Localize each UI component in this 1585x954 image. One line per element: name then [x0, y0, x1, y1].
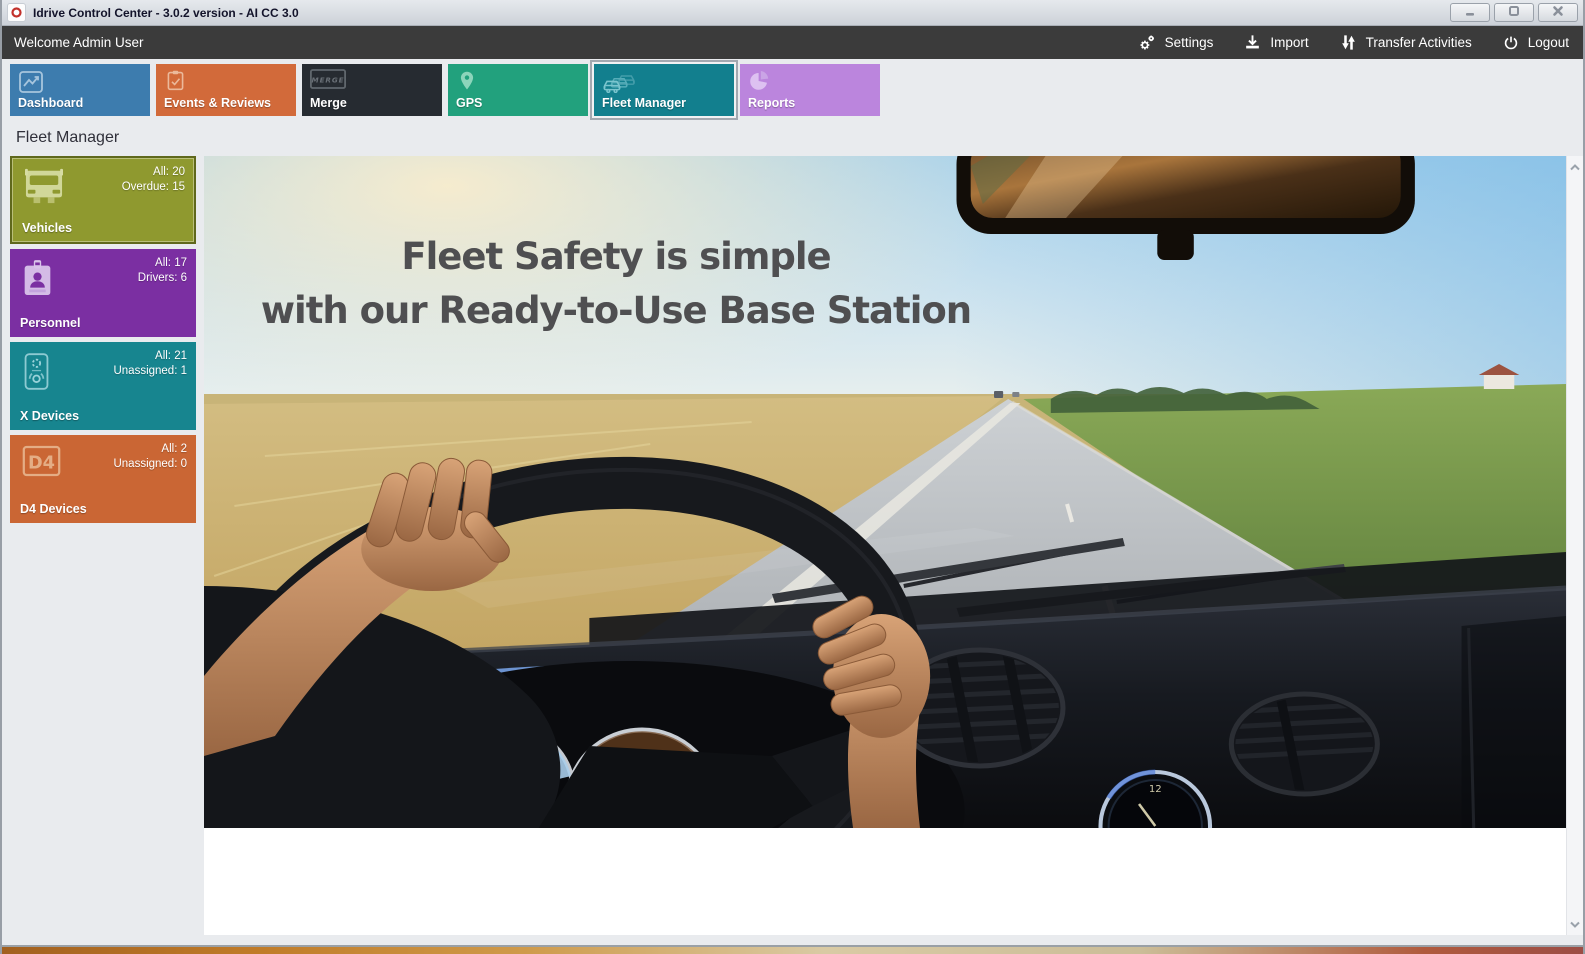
- card-d4-devices[interactable]: D4 All: 2Unassigned: 0 D4 Devices: [10, 435, 196, 523]
- app-icon: [7, 3, 26, 22]
- card-stat: All: 2: [113, 442, 187, 457]
- id-badge-icon: [21, 258, 54, 304]
- vertical-scrollbar[interactable]: [1566, 156, 1583, 935]
- tab-reports[interactable]: Reports: [740, 64, 880, 116]
- app-window: Idrive Control Center - 3.0.2 version - …: [0, 0, 1585, 954]
- tab-label: Fleet Manager: [602, 96, 686, 110]
- minimize-button[interactable]: [1450, 3, 1490, 22]
- tab-events-reviews[interactable]: Events & Reviews: [156, 64, 296, 116]
- tab-dashboard[interactable]: Dashboard: [10, 64, 150, 116]
- maximize-button[interactable]: [1494, 3, 1534, 22]
- window-controls: [1450, 3, 1578, 22]
- card-label: X Devices: [20, 409, 79, 423]
- card-label: Vehicles: [22, 221, 72, 235]
- card-x-devices[interactable]: All: 21Unassigned: 1 X Devices: [10, 342, 196, 430]
- svg-text:12: 12: [1149, 784, 1162, 795]
- tab-label: Reports: [748, 96, 795, 110]
- welcome-text: Welcome Admin User: [14, 35, 144, 50]
- card-label: D4 Devices: [20, 502, 87, 516]
- merge-icon: MERGE: [310, 69, 346, 94]
- map-pin-icon: [456, 69, 478, 98]
- card-stats: All: 21Unassigned: 1: [113, 349, 187, 379]
- fleet-cars-icon: [602, 69, 640, 98]
- card-stat: All: 17: [138, 256, 187, 271]
- card-stats: All: 17Drivers: 6: [138, 256, 187, 286]
- scroll-up-button[interactable]: [1570, 160, 1580, 174]
- tab-label: Merge: [310, 96, 347, 110]
- bottom-accent-strip: [2, 947, 1583, 954]
- pie-chart-icon: [748, 69, 771, 97]
- power-icon: [1502, 34, 1520, 52]
- tab-merge[interactable]: MERGE Merge: [302, 64, 442, 116]
- photo-headline: Fleet Safety is simple with our Ready-to…: [261, 230, 971, 338]
- import-icon: [1243, 33, 1262, 52]
- toolbar-action-label: Logout: [1528, 35, 1569, 50]
- tab-label: GPS: [456, 96, 482, 110]
- toolbar-action-label: Import: [1270, 35, 1308, 50]
- card-vehicles[interactable]: All: 20Overdue: 15 Vehicles: [10, 156, 196, 244]
- toolbar-action-label: Transfer Activities: [1366, 35, 1472, 50]
- tab-gps[interactable]: GPS: [448, 64, 588, 116]
- card-stat: Drivers: 6: [138, 271, 187, 286]
- scrollbar-track[interactable]: [1567, 174, 1583, 917]
- module-tab-bar: Dashboard Events & Reviews MERGE Merge GPS Fl…: [2, 59, 1583, 122]
- card-personnel[interactable]: All: 17Drivers: 6 Personnel: [10, 249, 196, 337]
- window-titlebar: Idrive Control Center - 3.0.2 version - …: [2, 0, 1583, 26]
- tab-label: Dashboard: [18, 96, 83, 110]
- bus-icon: [23, 167, 65, 210]
- import-button[interactable]: Import: [1243, 33, 1308, 52]
- gears-icon: [1137, 33, 1157, 53]
- clipboard-check-icon: [164, 69, 187, 97]
- photo-headline-line2: with our Ready-to-Use Base Station: [261, 284, 971, 338]
- card-stat: Unassigned: 1: [113, 364, 187, 379]
- card-stats: All: 20Overdue: 15: [122, 165, 185, 195]
- svg-text:D4: D4: [28, 453, 55, 473]
- bottom-gray-strip: [2, 935, 1583, 945]
- fleet-sidebar: All: 20Overdue: 15 Vehicles All: 17Drivers…: [10, 156, 196, 935]
- card-stat: All: 20: [122, 165, 185, 180]
- card-stat: All: 21: [113, 349, 187, 364]
- transfer-activities-button[interactable]: Transfer Activities: [1339, 33, 1472, 52]
- tab-label: Events & Reviews: [164, 96, 271, 110]
- top-toolbar: Welcome Admin User Settings Import Transfe…: [2, 26, 1583, 59]
- transfer-arrows-icon: [1339, 33, 1358, 52]
- toolbar-action-label: Settings: [1165, 35, 1214, 50]
- x-device-icon: [21, 351, 52, 397]
- card-stat: Overdue: 15: [122, 180, 185, 195]
- logout-button[interactable]: Logout: [1502, 34, 1569, 52]
- maximize-icon: [1508, 4, 1520, 22]
- tab-fleet-manager[interactable]: Fleet Manager: [594, 64, 734, 116]
- close-icon: [1552, 4, 1564, 22]
- minimize-icon: [1464, 4, 1476, 22]
- card-label: Personnel: [20, 316, 80, 330]
- photo-headline-line1: Fleet Safety is simple: [261, 230, 971, 284]
- card-stats: All: 2Unassigned: 0: [113, 442, 187, 472]
- scroll-down-button[interactable]: [1570, 917, 1580, 931]
- card-stat: Unassigned: 0: [113, 457, 187, 472]
- content-area: All: 20Overdue: 15 Vehicles All: 17Drivers…: [2, 156, 1583, 935]
- main-panel: 40 50 60 100 120 140: [204, 156, 1566, 935]
- toolbar-actions: Settings Import Transfer Activities Logout: [1137, 33, 1569, 53]
- close-button[interactable]: [1538, 3, 1578, 22]
- window-title: Idrive Control Center - 3.0.2 version - …: [33, 6, 299, 20]
- settings-button[interactable]: Settings: [1137, 33, 1214, 53]
- svg-text:MERGE: MERGE: [312, 76, 345, 85]
- page-title: Fleet Manager: [2, 122, 1583, 156]
- d4-device-icon: D4: [21, 444, 62, 483]
